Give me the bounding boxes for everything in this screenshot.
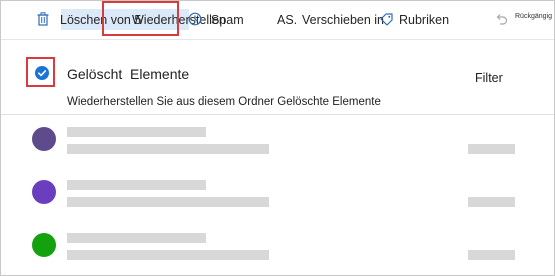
move-to-button[interactable]: Verschieben in — [302, 13, 384, 27]
list-item[interactable] — [1, 220, 554, 270]
avatar — [32, 180, 56, 204]
subject-placeholder — [67, 250, 269, 260]
list-item[interactable] — [1, 115, 554, 165]
folder-title: Gelöscht Elemente — [67, 66, 190, 82]
filter-button[interactable]: Filter — [475, 71, 503, 85]
command-toolbar: Löschen von 5 Wiederherstellen Spam AS. … — [1, 1, 554, 40]
mail-window: Löschen von 5 Wiederherstellen Spam AS. … — [0, 0, 555, 276]
undo-button[interactable]: Rückgängig — [515, 13, 552, 21]
sender-placeholder — [67, 233, 206, 243]
subject-placeholder — [67, 197, 269, 207]
date-placeholder — [468, 144, 515, 154]
date-placeholder — [468, 250, 515, 260]
checkmark-icon — [38, 70, 47, 77]
sender-placeholder — [67, 180, 206, 190]
categories-button[interactable]: Rubriken — [399, 13, 449, 27]
list-item[interactable] — [1, 166, 554, 216]
sender-placeholder — [67, 127, 206, 137]
as-button[interactable]: AS. — [277, 13, 297, 27]
avatar — [32, 127, 56, 151]
trash-icon[interactable] — [37, 12, 49, 28]
subject-placeholder — [67, 144, 269, 154]
date-placeholder — [468, 197, 515, 207]
spam-button[interactable]: Spam — [211, 13, 244, 27]
avatar — [32, 233, 56, 257]
select-all-checkbox[interactable] — [35, 66, 49, 80]
tag-icon[interactable] — [379, 12, 394, 28]
spam-icon[interactable] — [188, 12, 202, 28]
recover-items-link[interactable]: Wiederherstellen Sie aus diesem Ordner G… — [67, 96, 381, 109]
restore-annotation-box — [102, 1, 179, 36]
undo-icon[interactable] — [494, 12, 508, 28]
